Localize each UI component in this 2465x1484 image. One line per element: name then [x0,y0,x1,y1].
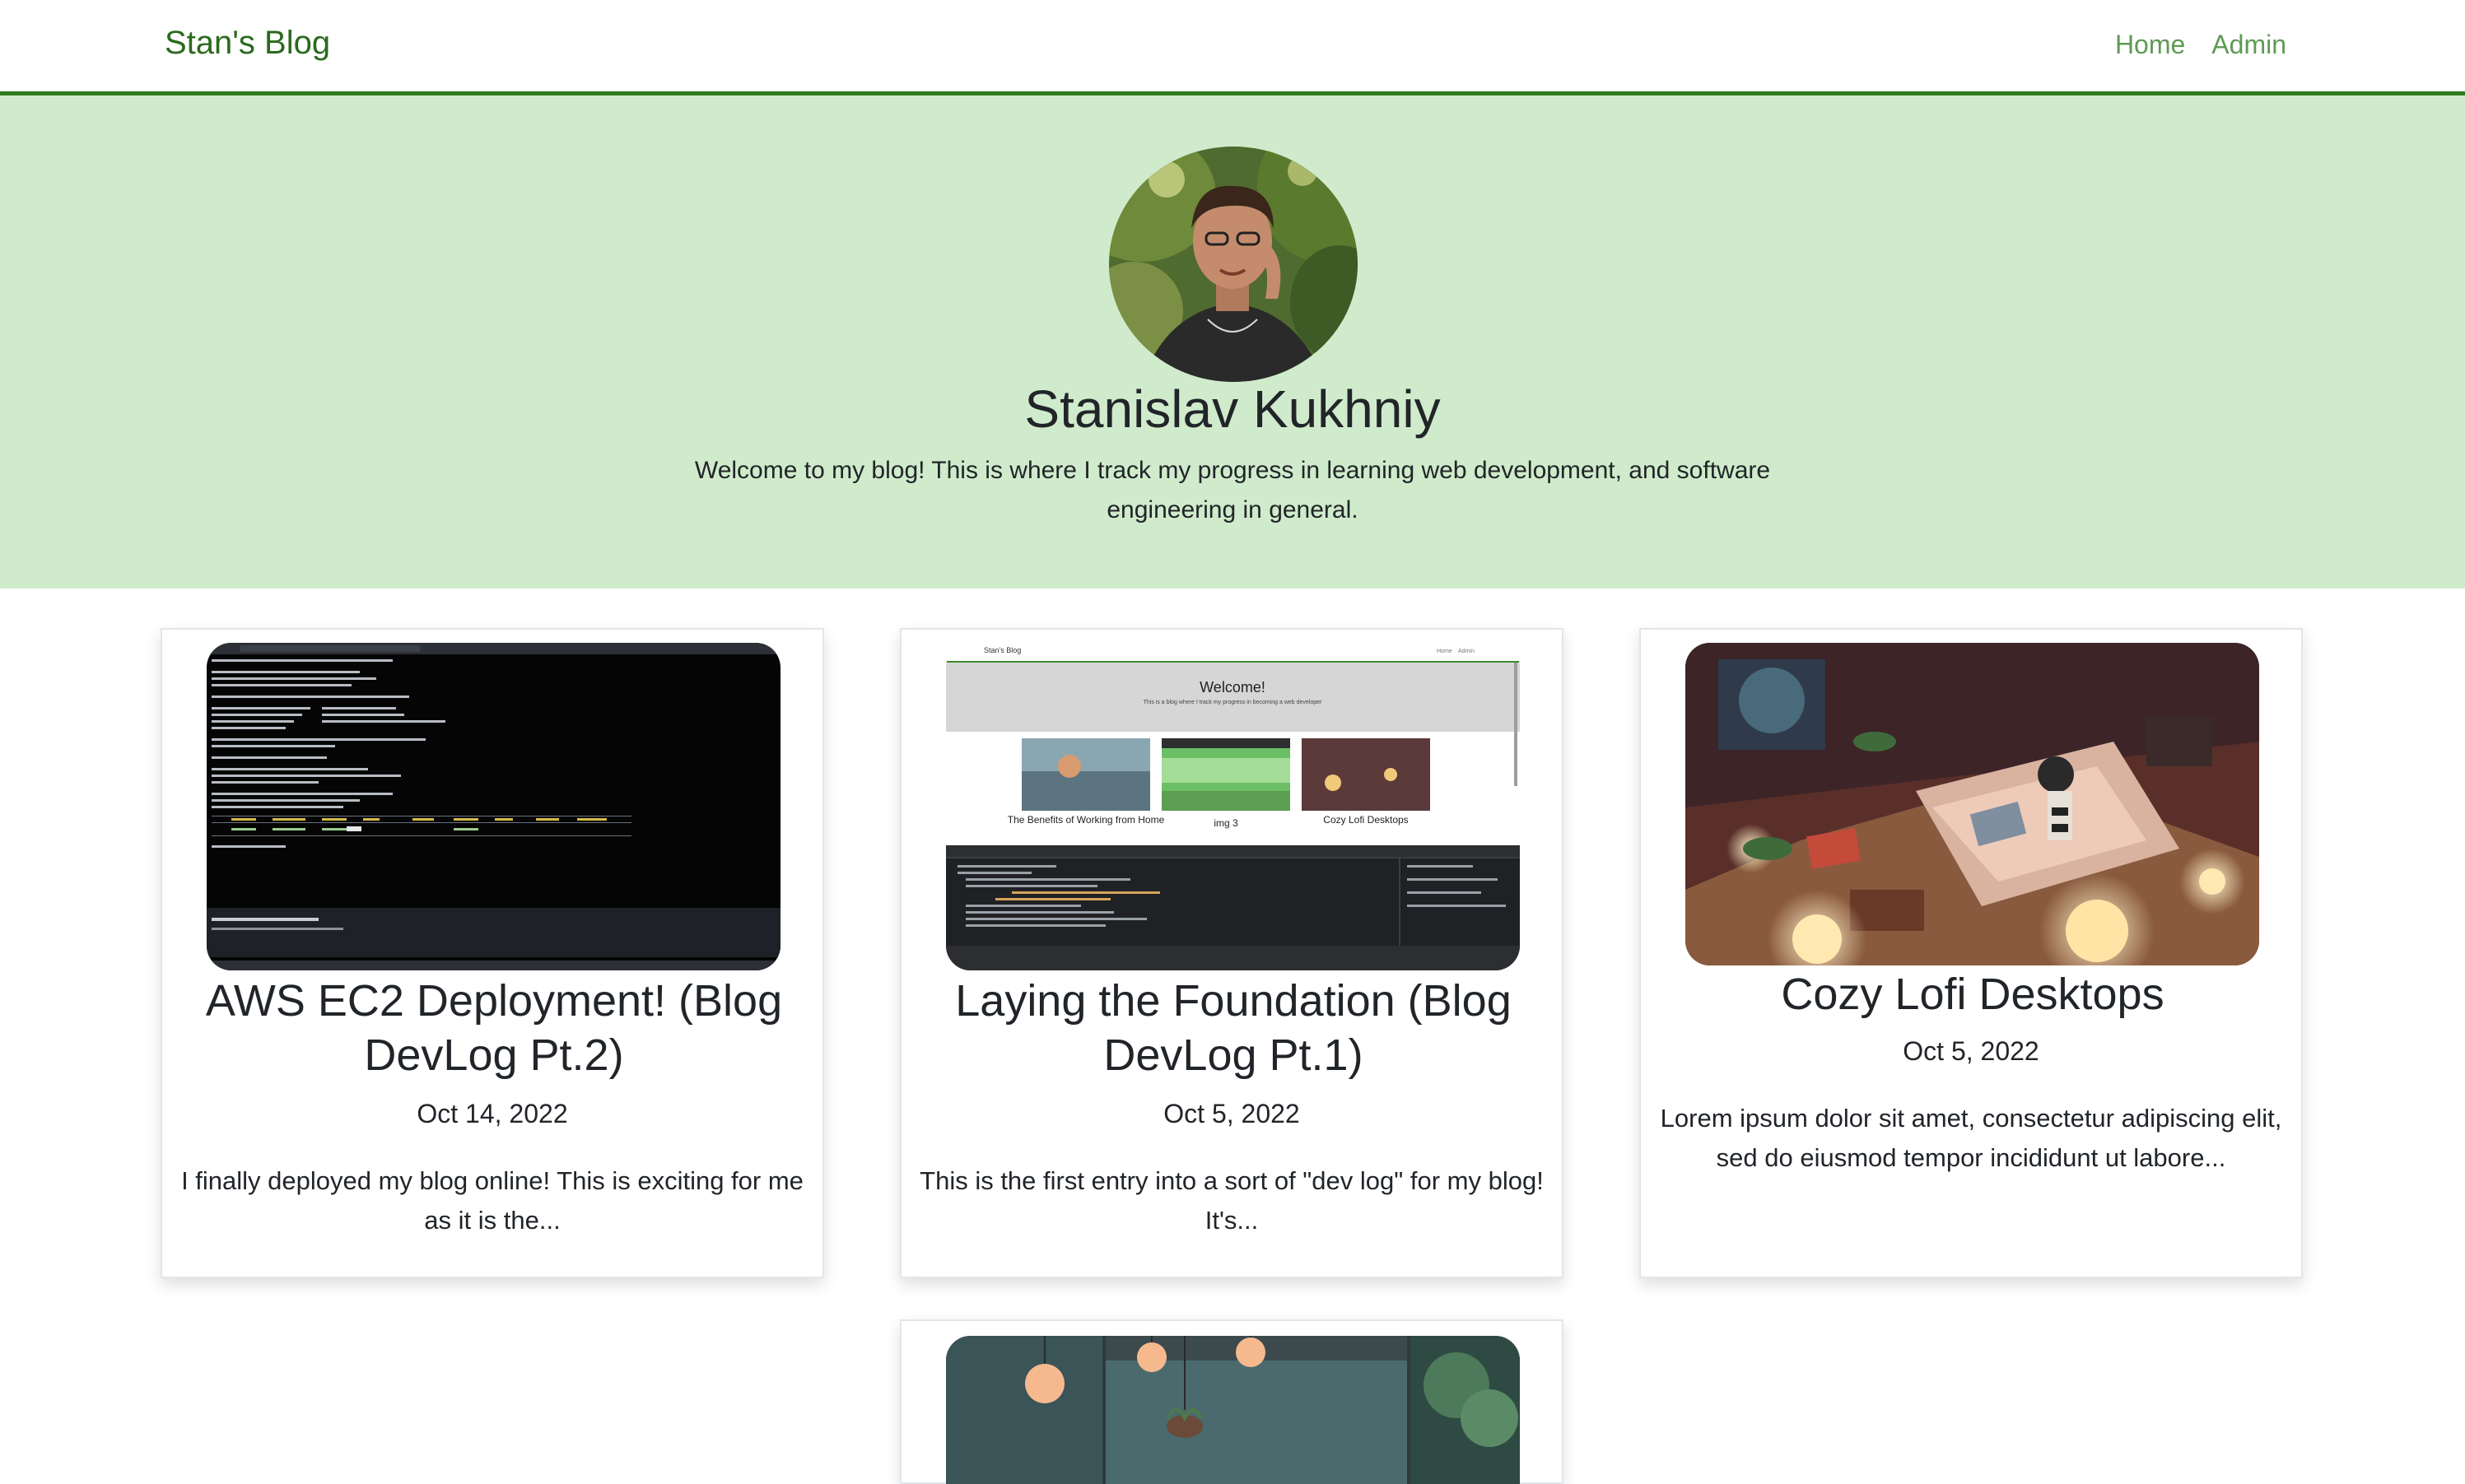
post-excerpt: I finally deployed my blog online! This … [181,1166,804,1235]
navbar: Stan's Blog Home Admin [0,0,2465,95]
post-date: Oct 14, 2022 [417,1099,568,1128]
post-excerpt: Lorem ipsum dolor sit amet, consectetur … [1660,1104,2282,1172]
post-thumbnail[interactable] [207,643,781,970]
lofi-room-lamps-illustration-icon [946,1336,1520,1484]
preview-card-3: Cozy Lofi Desktops [1323,814,1408,826]
profile-photo-icon [1109,147,1358,382]
preview-link-admin: Admin [1458,649,1475,654]
blog-devtools-screenshot-icon: Stan's Blog Home Admin Welcome! This is … [946,643,1520,970]
terminal-screenshot-icon [207,643,781,970]
post-date: Oct 5, 2022 [1163,1099,1300,1128]
preview-subheading: This is a blog where I track my progress… [1144,700,1322,705]
hero-section: Stanislav Kukhniy Welcome to my blog! Th… [0,95,2465,588]
post-date: Oct 5, 2022 [1903,1036,2039,1066]
post-card[interactable]: Stan's Blog Home Admin Welcome! This is … [900,628,1563,1278]
hero-name: Stanislav Kukhniy [1024,379,1441,439]
post-thumbnail[interactable] [946,1336,1520,1484]
hero-intro: Welcome to my blog! This is where I trac… [694,457,1771,523]
post-card[interactable]: AWS EC2 Deployment! (Blog DevLog Pt.2) O… [161,628,824,1278]
preview-link-home: Home [1437,649,1452,654]
preview-card-1: The Benefits of Working from Home [1008,814,1165,826]
preview-brand: Stan's Blog [984,646,1021,654]
nav-link-home[interactable]: Home [2115,30,2185,60]
preview-card-2: img 3 [1214,817,1238,829]
nav-link-admin[interactable]: Admin [2211,30,2286,60]
post-card[interactable]: Cozy Lofi Desktops Oct 5, 2022 Lorem ips… [1639,628,2303,1278]
post-thumbnail[interactable]: Stan's Blog Home Admin Welcome! This is … [946,643,1520,970]
avatar [1109,147,1358,382]
post-title[interactable]: Laying the Foundation (Blog DevLog Pt.1) [926,974,1540,1082]
nav-links: Home Admin [2115,30,2286,60]
post-card[interactable] [900,1319,1563,1484]
post-title[interactable]: AWS EC2 Deployment! (Blog DevLog Pt.2) [187,974,801,1082]
post-title[interactable]: Cozy Lofi Desktops [1666,967,2280,1021]
lofi-bedroom-illustration-icon [1685,643,2259,965]
preview-heading: Welcome! [1200,679,1265,695]
post-thumbnail[interactable] [1685,643,2259,965]
brand-link[interactable]: Stan's Blog [165,25,330,62]
post-excerpt: This is the first entry into a sort of "… [920,1166,1544,1235]
